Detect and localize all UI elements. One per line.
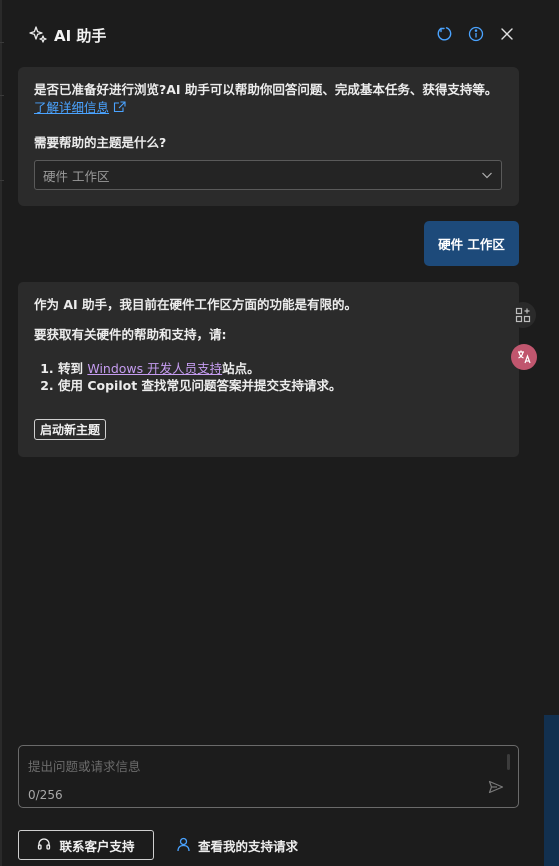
input-scrollbar[interactable] (507, 754, 510, 770)
step-item: 使用 Copilot 查找常见问题答案并提交支持请求。 (58, 377, 503, 394)
contact-support-button[interactable]: 联系客户支持 (18, 830, 154, 860)
person-icon (176, 837, 191, 855)
send-icon[interactable] (488, 780, 504, 798)
developer-support-link[interactable]: Windows 开发人员支持 (87, 361, 222, 376)
steps-list: 转到 Windows 开发人员支持站点。 使用 Copilot 查找常见问题答案… (34, 360, 503, 394)
contact-support-label: 联系客户支持 (59, 838, 135, 854)
response-line: 作为 AI 助手，我目前在硬件工作区方面的功能是有限的。 (34, 297, 358, 312)
character-counter: 0/256 (28, 788, 63, 802)
panel-header: AI 助手 (0, 0, 540, 68)
external-link-icon (113, 100, 126, 118)
question-input[interactable]: 提出问题或请求信息 0/256 (18, 745, 519, 808)
view-support-requests-link[interactable]: 查看我的支持请求 (176, 836, 298, 855)
background-window-strip (544, 715, 559, 866)
step-text: 站点。 (222, 361, 260, 376)
input-placeholder: 提出问题或请求信息 (28, 759, 141, 774)
intro-description: 是否已准备好进行浏览?AI 助手可以帮助你回答问题、完成基本任务、获得支持等。 (34, 82, 498, 97)
sparkle-icon (28, 24, 48, 44)
learn-more-link[interactable]: 了解详细信息 (34, 100, 109, 115)
assistant-response-card: 作为 AI 助手，我目前在硬件工作区方面的功能是有限的。 要获取有关硬件的帮助和… (18, 282, 519, 457)
chevron-down-icon (481, 169, 493, 184)
step-item: 转到 Windows 开发人员支持站点。 (58, 360, 503, 377)
close-icon[interactable] (497, 24, 517, 44)
refresh-icon[interactable] (435, 24, 455, 44)
topic-select[interactable]: 硬件 工作区 (34, 160, 502, 190)
headset-icon (37, 837, 51, 854)
panel-title: AI 助手 (54, 27, 107, 45)
response-line: 要获取有关硬件的帮助和支持，请: (34, 327, 227, 342)
edge-tick (0, 95, 4, 96)
user-message-text: 硬件 工作区 (438, 237, 505, 252)
topic-select-value: 硬件 工作区 (43, 168, 110, 184)
intro-card: 是否已准备好进行浏览?AI 助手可以帮助你回答问题、完成基本任务、获得支持等。 … (18, 67, 519, 206)
view-support-requests-label: 查看我的支持请求 (198, 839, 299, 854)
left-edge-divider (0, 0, 2, 866)
user-message-bubble: 硬件 工作区 (424, 221, 519, 266)
info-icon[interactable] (466, 24, 486, 44)
step-text: 转到 (58, 361, 88, 376)
apps-add-icon[interactable] (510, 302, 536, 328)
translate-icon[interactable] (511, 344, 537, 370)
intro-text: 是否已准备好进行浏览?AI 助手可以帮助你回答问题、完成基本任务、获得支持等。 … (34, 81, 503, 118)
topic-question: 需要帮助的主题是什么? (34, 134, 167, 150)
edge-tick (0, 180, 4, 181)
new-topic-button[interactable]: 启动新主题 (34, 419, 107, 440)
step-text: 使用 Copilot 查找常见问题答案并提交支持请求。 (58, 378, 342, 393)
